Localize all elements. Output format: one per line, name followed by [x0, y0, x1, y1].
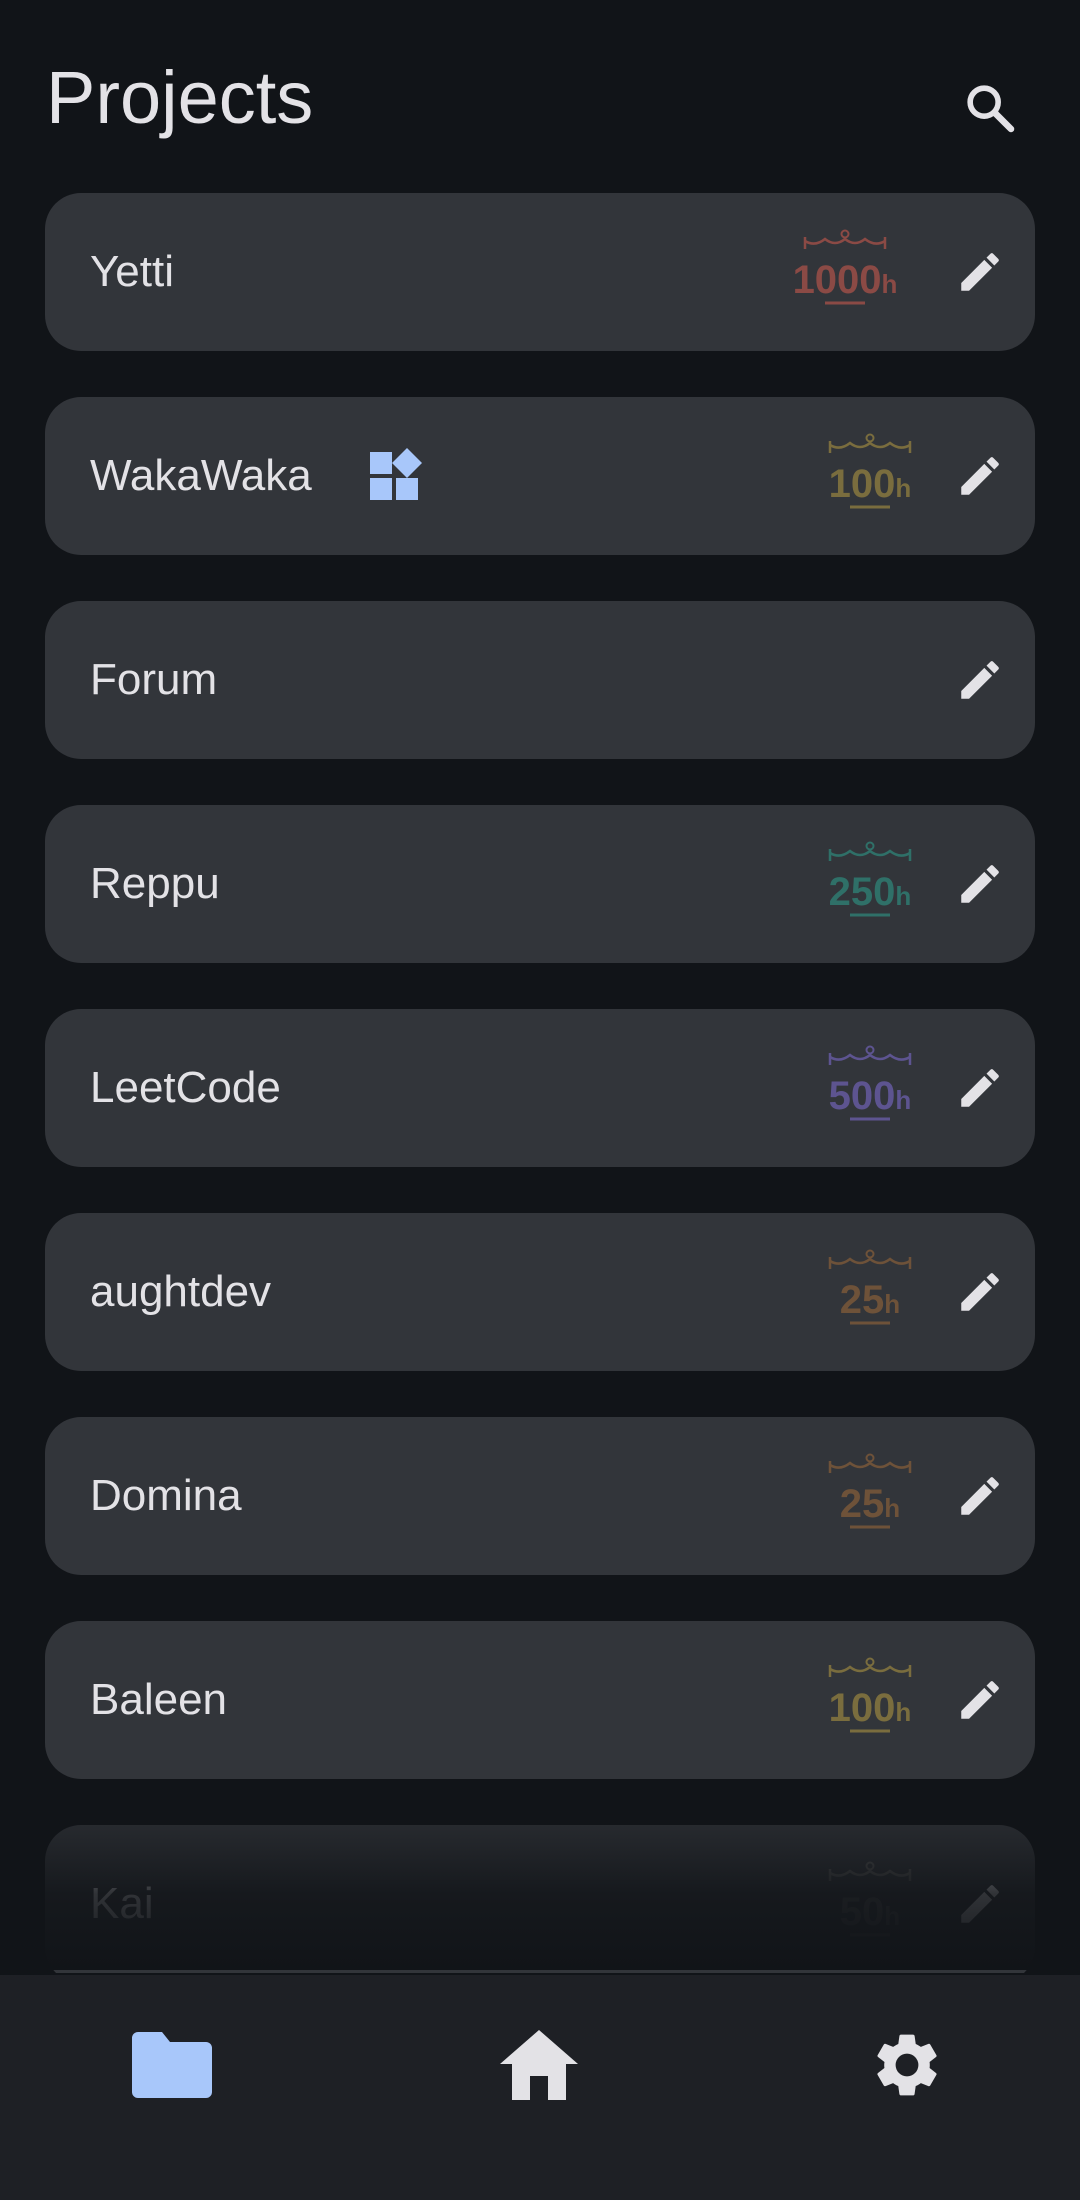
home-icon	[500, 2030, 578, 2100]
hours-milestone-badge: 250h	[805, 839, 915, 929]
project-name: Yetti	[90, 247, 175, 296]
svg-text:500h: 500h	[829, 1074, 912, 1118]
badge-hours-unit: h	[895, 473, 911, 503]
hours-milestone-badge: 100h	[805, 1655, 915, 1745]
project-name: Forum	[90, 655, 218, 704]
hours-milestone-badge: 50h	[805, 1859, 915, 1949]
project-name: Domina	[90, 1471, 242, 1520]
badge-hours-value: 25	[840, 1482, 885, 1526]
pencil-icon	[961, 253, 999, 291]
badge-hours-value: 100	[829, 462, 896, 506]
edit-project-button[interactable]	[925, 217, 1035, 327]
page-title: Projects	[46, 56, 314, 139]
pencil-icon	[961, 1477, 999, 1515]
nav-settings[interactable]	[822, 2005, 992, 2125]
search-icon	[967, 85, 1015, 133]
project-card[interactable]: Reppu 250h	[45, 805, 1035, 963]
pencil-icon	[961, 457, 999, 495]
widgets-icon	[368, 448, 424, 509]
pencil-icon	[961, 1885, 999, 1923]
svg-text:1000h: 1000h	[793, 258, 898, 302]
project-name: Baleen	[90, 1675, 228, 1724]
project-card[interactable]: Kai 50h	[45, 1825, 1035, 1973]
project-card[interactable]: aughtdev 25h	[45, 1213, 1035, 1371]
edit-project-button[interactable]	[925, 1033, 1035, 1143]
project-name: LeetCode	[90, 1063, 281, 1112]
svg-text:25h: 25h	[840, 1482, 900, 1526]
hours-milestone-badge: 100h	[805, 431, 915, 521]
badge-hours-unit: h	[895, 1697, 911, 1727]
svg-text:250h: 250h	[829, 870, 912, 914]
gear-icon	[877, 2034, 937, 2096]
svg-text:50h: 50h	[840, 1890, 900, 1934]
edit-project-button[interactable]	[925, 421, 1035, 531]
edit-project-button[interactable]	[925, 1441, 1035, 1551]
badge-hours-unit: h	[884, 1289, 900, 1319]
project-list[interactable]: Yetti 1000h WakaWaka 100h Forum Reppu 250h Leet…	[45, 193, 1035, 1973]
project-card[interactable]: LeetCode 500h	[45, 1009, 1035, 1167]
badge-hours-unit: h	[884, 1901, 900, 1931]
badge-hours-unit: h	[884, 1493, 900, 1523]
project-name: aughtdev	[90, 1267, 272, 1316]
app-header: Projects	[0, 0, 1080, 190]
badge-hours-unit: h	[895, 881, 911, 911]
edit-project-button[interactable]	[925, 1645, 1035, 1755]
pencil-icon	[961, 1069, 999, 1107]
svg-text:100h: 100h	[829, 462, 912, 506]
pencil-icon	[961, 1273, 999, 1311]
badge-hours-value: 250	[829, 870, 896, 914]
pencil-icon	[961, 865, 999, 903]
project-name: WakaWaka	[90, 451, 312, 500]
edit-project-button[interactable]	[925, 1237, 1035, 1347]
svg-text:25h: 25h	[840, 1278, 900, 1322]
hours-milestone-badge: 500h	[805, 1043, 915, 1133]
nav-projects[interactable]	[87, 2005, 257, 2125]
nav-home[interactable]	[454, 2005, 624, 2125]
project-name: Kai	[90, 1879, 154, 1928]
folder-icon	[132, 2032, 212, 2098]
project-card[interactable]: Forum	[45, 601, 1035, 759]
edit-project-button[interactable]	[925, 829, 1035, 939]
badge-hours-value: 25	[840, 1278, 885, 1322]
hours-milestone-badge: 1000h	[780, 227, 897, 317]
pencil-icon	[961, 1681, 999, 1719]
project-name: Reppu	[90, 859, 220, 908]
edit-project-button[interactable]	[925, 1849, 1035, 1959]
badge-hours-value: 1000	[793, 258, 882, 302]
badge-hours-value: 100	[829, 1686, 896, 1730]
search-button[interactable]	[940, 58, 1040, 158]
svg-text:100h: 100h	[829, 1686, 912, 1730]
badge-hours-unit: h	[895, 1085, 911, 1115]
badge-hours-unit: h	[882, 269, 898, 299]
hours-milestone-badge: 25h	[805, 1247, 915, 1337]
project-card[interactable]: Domina 25h	[45, 1417, 1035, 1575]
badge-hours-value: 500	[829, 1074, 896, 1118]
bottom-navigation	[0, 1975, 1080, 2200]
edit-project-button[interactable]	[925, 625, 1035, 735]
hours-milestone-badge: 25h	[805, 1451, 915, 1541]
project-card[interactable]: Yetti 1000h	[45, 193, 1035, 351]
pencil-icon	[961, 661, 999, 699]
project-card[interactable]: WakaWaka 100h	[45, 397, 1035, 555]
project-card[interactable]: Baleen 100h	[45, 1621, 1035, 1779]
badge-hours-value: 50	[840, 1890, 885, 1934]
